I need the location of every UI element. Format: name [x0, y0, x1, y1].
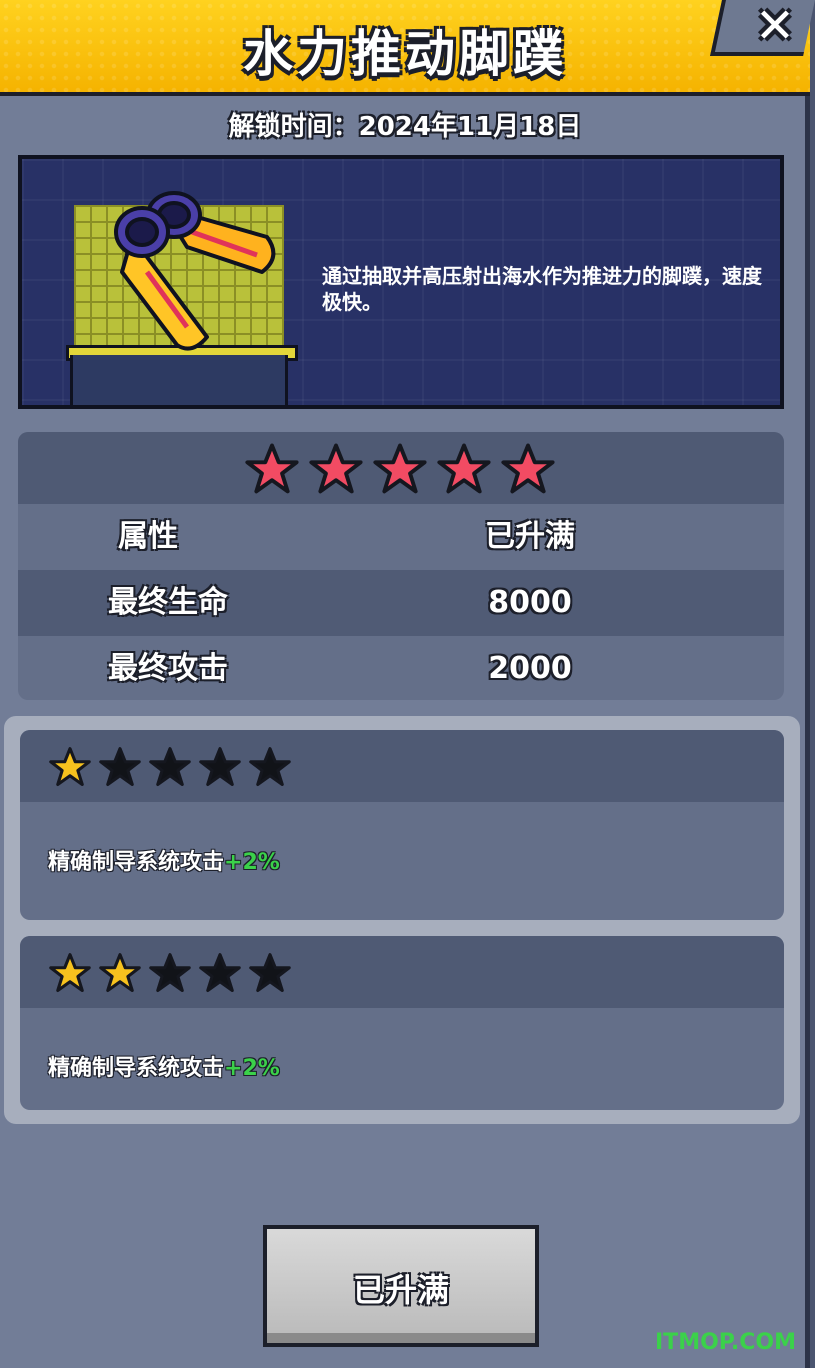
- star-icon: [437, 443, 491, 494]
- stats-header-row: 属性 已升满: [18, 504, 784, 570]
- star-icon-filled: [99, 953, 141, 993]
- watermark-logo: ITMOP.COM: [655, 1330, 796, 1355]
- bonus-label: 精确制导系统攻击: [48, 850, 225, 875]
- swim-fins-icon: [114, 191, 276, 351]
- stats-header-label: 属性: [118, 519, 178, 554]
- star-icon: [245, 443, 299, 494]
- maxed-button[interactable]: 已升满: [263, 1225, 539, 1347]
- star-icon-empty: [149, 953, 191, 993]
- item-showcase: 通过抽取并高压射出海水作为推进力的脚蹼，速度极快。: [18, 155, 784, 409]
- stats-card: 属性 已升满 最终生命 8000 最终攻击 2000: [18, 432, 784, 700]
- star-icon-empty: [249, 953, 291, 993]
- bonus-text: 精确制导系统攻击+2%: [48, 844, 280, 876]
- stat-row-attack: 最终攻击 2000: [18, 636, 784, 700]
- item-detail-panel: 水力推动脚蹼 ✕ 解锁时间：2024年11月18日 通过抽取并高压射出海水作为推…: [0, 0, 815, 1368]
- bonus-star-rating: [48, 952, 292, 994]
- star-icon: [309, 443, 363, 494]
- stats-header-status: 已升满: [485, 519, 575, 554]
- star-icon-filled: [49, 953, 91, 993]
- star-bonus-card: 精确制导系统攻击+2%: [20, 936, 784, 1110]
- star-rating-row: [18, 432, 784, 504]
- stat-value: 2000: [488, 651, 572, 686]
- item-title: 水力推动脚蹼: [243, 25, 567, 83]
- stat-value: 8000: [488, 585, 572, 620]
- bonus-label: 精确制导系统攻击: [48, 1056, 225, 1081]
- star-icon-empty: [99, 747, 141, 787]
- star-bonus-card: 精确制导系统攻击+2%: [20, 730, 784, 920]
- stat-row-hp: 最终生命 8000: [18, 570, 784, 636]
- star-bonus-list: 精确制导系统攻击+2% 精确制导系统攻击+2%: [4, 716, 800, 1124]
- header-bar: 水力推动脚蹼: [0, 0, 810, 96]
- close-icon[interactable]: ✕: [745, 0, 805, 54]
- bonus-value: +2%: [224, 850, 280, 875]
- star-icon-empty: [249, 747, 291, 787]
- star-icon-filled: [49, 747, 91, 787]
- star-icon: [373, 443, 427, 494]
- bonus-text: 精确制导系统攻击+2%: [48, 1050, 280, 1082]
- stat-label: 最终生命: [108, 585, 228, 620]
- star-icon-empty: [149, 747, 191, 787]
- pedestal-base: [70, 355, 288, 405]
- star-icon: [501, 443, 555, 494]
- star-rating: [244, 442, 556, 496]
- unlock-time: 解锁时间：2024年11月18日: [228, 112, 582, 142]
- star-icon-empty: [199, 747, 241, 787]
- maxed-button-label: 已升满: [352, 1271, 449, 1309]
- bonus-value: +2%: [224, 1056, 280, 1081]
- star-icon-empty: [199, 953, 241, 993]
- stat-label: 最终攻击: [108, 651, 228, 686]
- item-description: 通过抽取并高压射出海水作为推进力的脚蹼，速度极快。: [322, 264, 762, 314]
- bonus-star-rating: [48, 746, 292, 788]
